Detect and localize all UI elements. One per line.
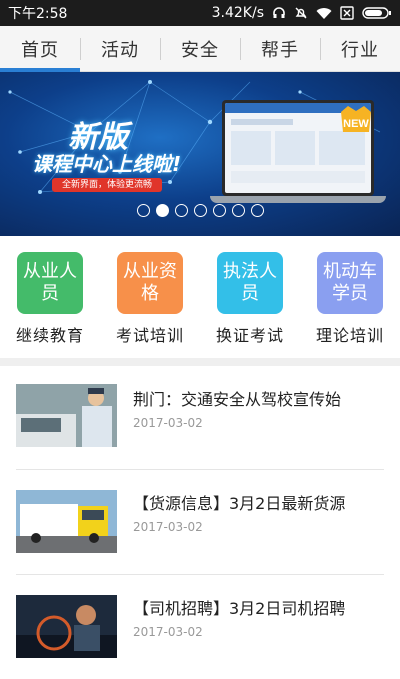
- police-photo-thumbnail: [16, 384, 117, 447]
- driver-photo-thumbnail: [16, 595, 117, 658]
- quick-link-theory-training[interactable]: 机动车学员 理论培训: [300, 236, 400, 358]
- carousel-dot[interactable]: [193, 203, 207, 217]
- tab-industry[interactable]: 行业: [320, 26, 400, 71]
- news-item[interactable]: 【货源信息】3月2日最新货源 2017-03-02: [0, 470, 400, 575]
- carousel-dot[interactable]: [231, 203, 245, 217]
- carousel-dot[interactable]: [155, 203, 169, 217]
- news-date: 2017-03-02: [133, 416, 203, 430]
- banner-tagline: 全新界面，体验更流畅: [52, 178, 163, 192]
- news-title: 荆门：交通安全从驾校宣传始: [133, 390, 342, 409]
- section-divider: [0, 358, 400, 366]
- news-date: 2017-03-02: [133, 520, 203, 534]
- carousel-dot[interactable]: [136, 203, 150, 217]
- mute-bell-icon: [294, 6, 308, 20]
- quick-link-label: 换证考试: [215, 326, 284, 345]
- banner-subtitle: 课程中心上线啦!: [32, 152, 182, 176]
- status-time: 下午2:58: [8, 6, 68, 22]
- quick-link-label: 继续教育: [15, 326, 84, 345]
- quick-links: 从业人员 继续教育 从业资格 考试培训 执法人员 换证考试 机动车学员 理论培训: [0, 236, 400, 358]
- tab-home[interactable]: 首页: [0, 26, 80, 72]
- status-bar: 下午2:58 3.42K/s: [0, 0, 400, 26]
- news-item[interactable]: 荆门：交通安全从驾校宣传始 2017-03-02: [0, 366, 400, 470]
- tab-label: 行业: [341, 39, 379, 61]
- banner-carousel[interactable]: NEW 新版 课程中心上线啦! 全新界面，体验更流畅: [0, 72, 400, 236]
- truck-photo-thumbnail: [16, 490, 117, 553]
- driving-student-icon: 机动车学员: [317, 252, 383, 314]
- network-speed: 3.42K/s: [211, 5, 264, 21]
- new-badge: NEW: [338, 102, 374, 136]
- news-item[interactable]: 【司机招聘】3月2日司机招聘 2017-03-02: [0, 575, 400, 679]
- quick-link-continuing-education[interactable]: 从业人员 继续教育: [0, 236, 100, 358]
- quick-link-label: 考试培训: [115, 326, 184, 345]
- qualification-icon: 从业资格: [117, 252, 183, 314]
- battery-icon: [362, 6, 392, 20]
- practitioner-icon: 从业人员: [17, 252, 83, 314]
- news-title: 【司机招聘】3月2日司机招聘: [133, 599, 346, 618]
- tab-safety[interactable]: 安全: [160, 26, 240, 71]
- tab-label: 首页: [21, 39, 59, 61]
- news-title: 【货源信息】3月2日最新货源: [133, 494, 346, 513]
- carousel-dot[interactable]: [174, 203, 188, 217]
- headphones-icon: [272, 6, 286, 20]
- carousel-dots: [0, 200, 400, 220]
- carousel-dot[interactable]: [250, 203, 264, 217]
- tab-activity[interactable]: 活动: [80, 26, 160, 71]
- no-sim-icon: [340, 6, 354, 20]
- tab-label: 安全: [181, 39, 219, 61]
- carousel-dot[interactable]: [212, 203, 226, 217]
- quick-link-label: 理论培训: [315, 326, 384, 345]
- quick-link-exam-training[interactable]: 从业资格 考试培训: [100, 236, 200, 358]
- tab-helper[interactable]: 帮手: [240, 26, 320, 71]
- tab-label: 帮手: [261, 39, 299, 61]
- category-tabs: 首页 活动 安全 帮手 行业: [0, 26, 400, 72]
- quick-link-license-renewal[interactable]: 执法人员 换证考试: [200, 236, 300, 358]
- svg-text:NEW: NEW: [343, 118, 369, 130]
- tab-label: 活动: [101, 39, 139, 61]
- law-enforcement-icon: 执法人员: [217, 252, 283, 314]
- wifi-icon: [316, 6, 332, 20]
- news-date: 2017-03-02: [133, 625, 203, 639]
